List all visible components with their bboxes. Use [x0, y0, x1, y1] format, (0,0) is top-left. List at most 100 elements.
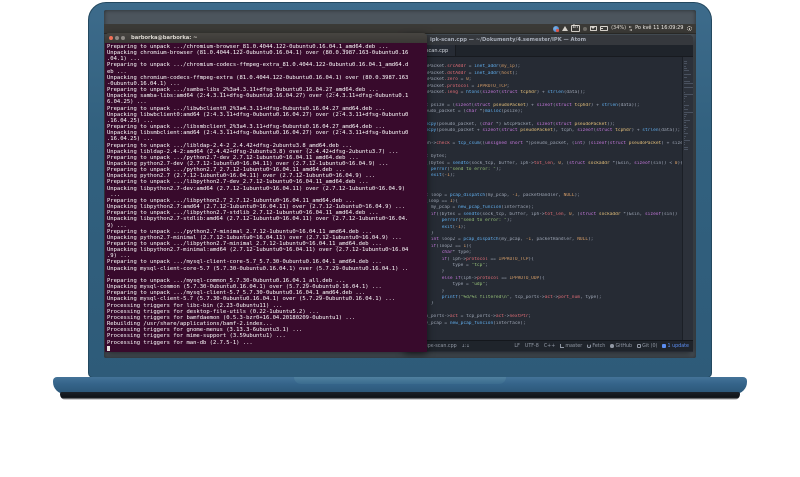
github-icon [610, 344, 614, 348]
minimap-line [684, 135, 687, 137]
minimap-line [684, 126, 688, 128]
laptop-lid: En (34%) Po kvě 11 16:09:29 ipk-scan.cpp… [88, 2, 712, 378]
status-item-label: C++ [543, 343, 556, 349]
terminal-line: Unpacking libsmbclient:amd64 (2:4.3.11+d… [107, 130, 409, 137]
battery-level [601, 27, 604, 30]
session-gear-icon[interactable] [686, 25, 692, 32]
minimap-line [684, 91, 685, 93]
code-line: 574 [404, 333, 682, 339]
minimap-line [684, 131, 685, 133]
notification-dot [556, 29, 559, 32]
minimap-line [684, 98, 686, 100]
minimap-line [684, 83, 693, 85]
maximize-button[interactable] [121, 36, 125, 40]
battery-percentage: (34%) [611, 25, 627, 31]
laptop-bottom-edge [60, 392, 740, 400]
code-editor[interactable]: 531532tcpPacket.srcAddr = inet_addr(my_i… [404, 57, 682, 340]
laptop-lid-notch [294, 377, 506, 384]
minimap-line [684, 94, 693, 95]
minimap-line [684, 104, 690, 106]
minimap-line [684, 122, 686, 124]
status-git-changes[interactable]: Git (0) [637, 344, 657, 349]
network-arrows-icon[interactable] [629, 26, 633, 31]
minimap-scrollbar[interactable] [682, 57, 693, 340]
status-item-label: 1 update [667, 343, 689, 349]
diff-icon [637, 344, 641, 348]
status-item-label: Git (0) [642, 343, 658, 349]
terminal-line: Unpacking mysql-client-5.7 (5.7.30-0ubun… [107, 296, 396, 303]
minimap-line [684, 67, 687, 69]
minimap-line [684, 111, 693, 113]
status-item-label: Fetch [592, 343, 606, 349]
minimap-line [684, 137, 685, 139]
terminal-line: Unpacking chromium-browser (81.0.4044.12… [107, 50, 409, 57]
status-right: LF UTF-8 C++ master Fetch GitHub Git (0) 1 upda… [514, 344, 689, 349]
status-github[interactable]: GitHub [610, 344, 632, 349]
bluetooth-icon[interactable] [583, 26, 588, 31]
sync-icon [587, 344, 591, 348]
panel-clock[interactable]: Po kvě 11 16:09:29 [635, 26, 683, 31]
status-git-branch[interactable]: master [560, 344, 582, 349]
close-button[interactable] [109, 36, 113, 40]
terminal-line: Unpacking libldap-2.4-2:amd64 (2.4.42+df… [107, 148, 399, 155]
wifi-icon[interactable] [561, 26, 568, 31]
status-encoding[interactable]: UTF-8 [525, 344, 539, 349]
terminal-prompt-line [107, 345, 427, 352]
status-grammar[interactable]: C++ [544, 344, 555, 349]
minimap-line [684, 96, 687, 98]
envelope-flap-icon [591, 27, 596, 30]
status-fetch[interactable]: Fetch [587, 344, 605, 349]
code-line: 544tcph->check = tcp_csum((unsigned shor… [404, 141, 682, 147]
terminal-line: Unpacking libpython2.7-minimal:amd64 (2.… [107, 247, 409, 254]
status-item-label: master [565, 343, 583, 349]
minimap-line [684, 74, 692, 76]
status-updates[interactable]: 1 update [662, 344, 689, 349]
terminal-line: Unpacking libpython2.7-dev:amd64 (2.7.12… [107, 185, 406, 192]
minimap-line [684, 146, 688, 148]
minimap-line [684, 80, 691, 82]
battery-icon[interactable] [600, 26, 609, 31]
minimap-line [684, 113, 688, 115]
terminal-line: Unpacking samba-libs:amd64 (2:4.3.11+dfs… [107, 93, 409, 100]
editor-pane[interactable]: 531532tcpPacket.srcAddr = inet_addr(my_i… [404, 57, 693, 340]
status-item-label: LF [514, 343, 520, 349]
status-cursor-position[interactable]: 1:1 [462, 344, 470, 349]
code-line: 542memcpy(pseudo_packet + sizeof(struct … [404, 128, 682, 134]
atom-tab-bar: C ipk-scan.cpp [404, 45, 693, 57]
terminal-line: Preparing to unpack .../mysql-client-cor… [107, 259, 382, 266]
terminal-body[interactable]: Preparing to unpack .../chromium-browser… [105, 43, 427, 352]
minimize-button[interactable] [115, 36, 119, 40]
minimap-line [684, 124, 686, 126]
page-background: En (34%) Po kvě 11 16:09:29 ipk-scan.cpp… [0, 0, 800, 477]
minimap-line [684, 120, 690, 122]
status-item-label: UTF-8 [524, 343, 539, 349]
minimap-line [684, 129, 687, 130]
system-tray: En (34%) Po kvě 11 16:09:29 [552, 24, 697, 33]
minimap-line [684, 87, 693, 89]
minimap-line [684, 115, 686, 117]
arrow-left-icon [629, 28, 633, 31]
laptop-screen: En (34%) Po kvě 11 16:09:29 ipk-scan.cpp… [104, 10, 696, 358]
terminal-title: barborka@barborka: ~ [131, 35, 198, 41]
keyboard-layout-indicator[interactable]: En [570, 24, 581, 33]
minimap-line [684, 61, 688, 63]
minimap-line [684, 133, 689, 135]
terminal-window: barborka@barborka: ~ Preparing to unpack… [105, 33, 427, 352]
minimap-line [684, 65, 686, 67]
messages-icon[interactable] [590, 26, 598, 31]
atom-titlebar[interactable]: ipk-scan.cpp — ~/Dokumenty/4.semester/IP… [404, 35, 693, 45]
terminal-line: Unpacking libwbclient0:amd64 (2:4.3.11+d… [107, 111, 409, 118]
input-method-icon[interactable] [552, 25, 559, 32]
minimap-line [684, 69, 690, 71]
terminal-line: Preparing to unpack .../chromium-codecs-… [107, 62, 409, 69]
terminal-line: Preparing to unpack .../libwbclient0_2%3… [107, 105, 386, 112]
branch-icon [560, 344, 564, 348]
minimap-line [684, 148, 688, 150]
minimap-line [684, 63, 688, 65]
terminal-titlebar[interactable]: barborka@barborka: ~ [105, 33, 427, 43]
status-line-ending[interactable]: LF [514, 344, 519, 349]
minimap-line [684, 139, 691, 141]
status-item-label: GitHub [615, 343, 633, 349]
terminal-line: Unpacking mysql-client-core-5.7 (5.7.30-… [107, 265, 409, 272]
update-icon [662, 344, 667, 348]
